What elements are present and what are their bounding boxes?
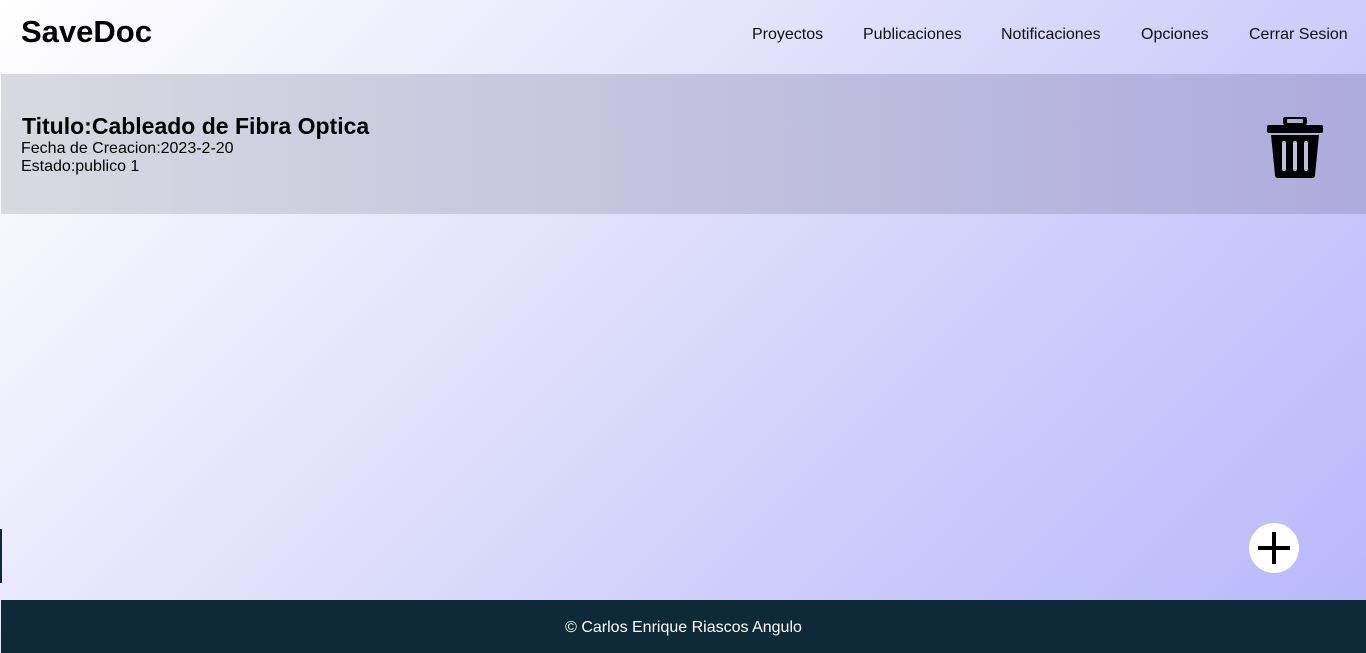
trash-icon[interactable] — [1266, 115, 1324, 179]
document-created-date: Fecha de Creacion:2023-2-20 — [21, 140, 234, 157]
left-edge-divider — [0, 529, 2, 583]
nav-notificaciones[interactable]: Notificaciones — [1001, 26, 1101, 44]
plus-icon — [1258, 532, 1290, 564]
nav-opciones[interactable]: Opciones — [1141, 26, 1209, 44]
document-card[interactable]: Titulo:Cableado de Fibra Optica Fecha de… — [1, 74, 1366, 214]
brand-logo[interactable]: SaveDoc — [21, 14, 152, 50]
top-header: SaveDoc Proyectos Publicaciones Notifica… — [0, 0, 1366, 74]
nav-publicaciones[interactable]: Publicaciones — [863, 26, 962, 44]
add-document-button[interactable] — [1249, 523, 1299, 573]
document-status: Estado:publico 1 — [21, 158, 140, 175]
nav-proyectos[interactable]: Proyectos — [752, 26, 823, 44]
footer-copyright: © Carlos Enrique Riascos Angulo — [565, 619, 802, 636]
nav-cerrar-sesion[interactable]: Cerrar Sesion — [1249, 26, 1348, 44]
document-title: Titulo:Cableado de Fibra Optica — [22, 113, 370, 139]
page-footer: © Carlos Enrique Riascos Angulo — [1, 600, 1366, 653]
